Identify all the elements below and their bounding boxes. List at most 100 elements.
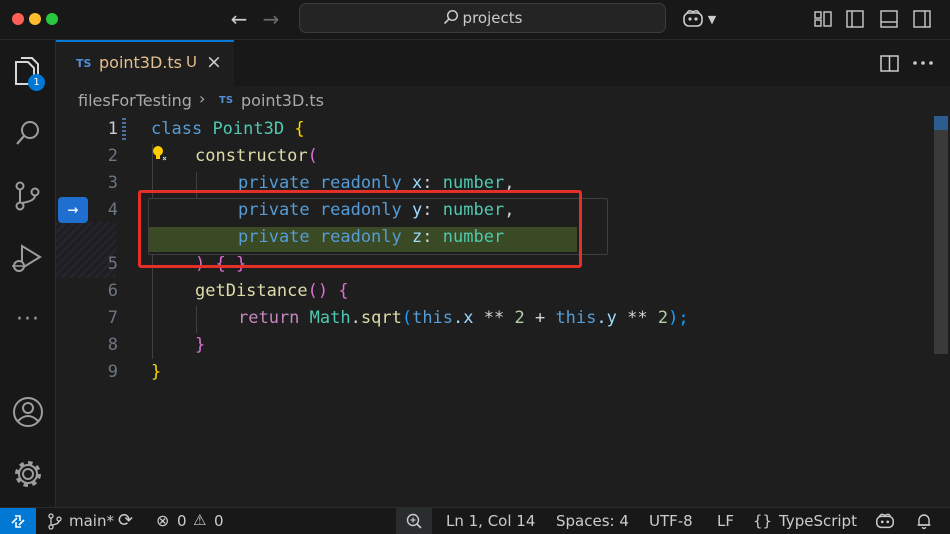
- close-icon[interactable]: ×: [206, 51, 222, 73]
- search-icon: [443, 9, 458, 25]
- bracket-token: );: [668, 308, 689, 328]
- line-number: 5: [107, 254, 118, 274]
- code-line: }: [195, 332, 205, 359]
- punctuation-token: .: [350, 308, 361, 328]
- toggle-panel-icon[interactable]: [879, 9, 899, 29]
- modified-line-marker: [122, 118, 126, 142]
- bracket-token: (: [307, 146, 318, 166]
- class-name-token: Math: [309, 308, 351, 328]
- activity-bar: 1 ···: [0, 40, 56, 507]
- remote-indicator[interactable]: [0, 508, 36, 534]
- git-branch-icon: [48, 513, 62, 530]
- operator-token: **: [473, 308, 515, 328]
- bracket-token: (: [401, 308, 413, 328]
- code-line: class Point3D {: [151, 116, 305, 143]
- breadcrumb-file[interactable]: point3D.ts: [241, 91, 324, 110]
- line-number: 8: [107, 335, 118, 355]
- tab-point3d[interactable]: TS point3D.ts U ×: [56, 40, 234, 86]
- breadcrumb: filesForTesting › TS point3D.ts: [56, 86, 950, 116]
- lightbulb-icon[interactable]: [149, 143, 169, 168]
- source-control-icon: [15, 181, 40, 211]
- line-number: 1: [107, 119, 118, 139]
- close-window-button[interactable]: [12, 13, 24, 25]
- editor-tab-bar: TS point3D.ts U ×: [56, 40, 950, 86]
- status-bar: main* ⟳ ⊗ 0 ⚠ 0 Ln 1, Col 14 Spaces: 4 U…: [0, 507, 950, 534]
- toggle-secondary-sidebar-icon[interactable]: [912, 9, 932, 29]
- function-token: getDistance: [195, 281, 308, 301]
- end-of-line[interactable]: LF: [717, 512, 734, 530]
- accounts-button[interactable]: [8, 392, 48, 432]
- bracket-token: {: [294, 119, 305, 139]
- braces-icon: {}: [753, 512, 773, 530]
- bracket-token: }: [151, 362, 162, 382]
- code-line: }: [151, 359, 161, 386]
- property-token: .y: [596, 308, 617, 328]
- bracket-token: }: [195, 335, 206, 355]
- gear-icon: [15, 461, 41, 487]
- copilot-icon[interactable]: [681, 9, 705, 29]
- source-control-button[interactable]: [8, 176, 48, 216]
- class-name-token: Point3D: [212, 119, 285, 139]
- error-count[interactable]: 0: [177, 512, 187, 530]
- explorer-button[interactable]: 1: [8, 52, 48, 92]
- zoom-icon: [406, 513, 422, 529]
- error-icon: ⊗: [156, 511, 170, 530]
- line-number: 9: [107, 362, 118, 382]
- code-line: return Math.sqrt(this.x ** 2 + this.y **…: [238, 305, 689, 332]
- indent-guide: [196, 306, 197, 333]
- line-number: 3: [107, 173, 118, 193]
- search-icon: [16, 121, 39, 145]
- function-token: sqrt: [360, 308, 402, 328]
- manage-button[interactable]: [8, 454, 48, 494]
- breadcrumb-folder[interactable]: filesForTesting: [78, 91, 192, 110]
- line-number: 6: [107, 281, 118, 301]
- untracked-status: U: [186, 53, 197, 71]
- more-actions-icon[interactable]: [912, 60, 934, 66]
- warning-icon: ⚠: [193, 511, 207, 529]
- operator-token: **: [616, 308, 658, 328]
- typescript-file-icon: TS: [76, 57, 92, 70]
- account-icon: [13, 397, 43, 427]
- forward-arrow-icon[interactable]: →: [258, 8, 284, 30]
- line-number: 2: [107, 146, 118, 166]
- function-token: constructor: [195, 146, 308, 166]
- bell-icon[interactable]: [915, 512, 933, 530]
- search-view-button[interactable]: [8, 113, 48, 153]
- toggle-primary-sidebar-icon[interactable]: [845, 9, 865, 29]
- sync-icon[interactable]: ⟳: [118, 510, 133, 531]
- bracket-token: (): [307, 281, 329, 301]
- branch-name[interactable]: main*: [69, 512, 114, 530]
- run-debug-icon: [12, 244, 42, 272]
- indentation[interactable]: Spaces: 4: [556, 512, 629, 530]
- code-line: constructor(: [195, 143, 318, 170]
- encoding[interactable]: UTF-8: [649, 512, 693, 530]
- command-center-search[interactable]: projects: [299, 3, 666, 33]
- zoom-window-button[interactable]: [46, 13, 58, 25]
- back-arrow-icon[interactable]: ←: [226, 8, 252, 30]
- typescript-file-icon: TS: [219, 95, 234, 106]
- copilot-icon[interactable]: [874, 511, 896, 531]
- keyword-token: return: [238, 308, 300, 328]
- code-editor[interactable]: 1 2 3 4 5 6 7 8 9 class Point3D { constr…: [56, 116, 950, 507]
- keyword-token: class: [151, 119, 203, 139]
- search-text: projects: [462, 9, 523, 27]
- cursor-position[interactable]: Ln 1, Col 14: [446, 512, 535, 530]
- accept-suggestion-button[interactable]: →: [58, 197, 88, 223]
- zoom-button[interactable]: [396, 508, 432, 534]
- warning-count[interactable]: 0: [214, 512, 224, 530]
- remote-icon: [11, 515, 25, 528]
- chevron-down-icon[interactable]: ▼: [704, 9, 720, 31]
- scrollbar-cursor-marker: [934, 116, 948, 130]
- more-views-button[interactable]: ···: [8, 302, 48, 342]
- run-debug-button[interactable]: [8, 238, 48, 278]
- explorer-badge: 1: [28, 74, 45, 91]
- split-editor-icon[interactable]: [879, 54, 901, 74]
- number-token: 2: [514, 308, 525, 328]
- minimize-window-button[interactable]: [29, 13, 41, 25]
- vertical-scrollbar[interactable]: [934, 116, 948, 354]
- operator-token: +: [524, 308, 556, 328]
- keyword-token: this: [555, 308, 597, 328]
- chevron-right-icon: ›: [199, 89, 206, 108]
- language-mode[interactable]: TypeScript: [779, 512, 857, 530]
- customize-layout-icon[interactable]: [813, 9, 833, 29]
